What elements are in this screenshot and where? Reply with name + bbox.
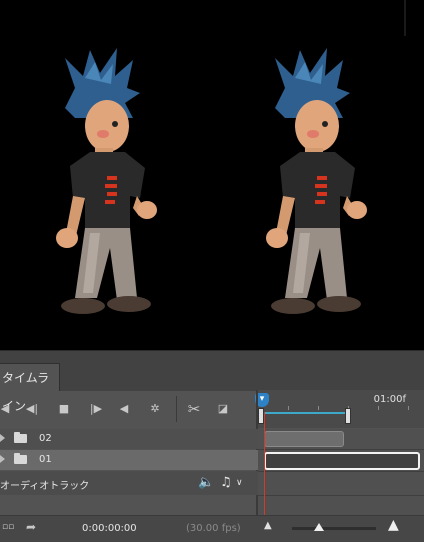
character-sprite-left [56, 48, 157, 314]
tab-timeline[interactable]: タイムライン [0, 363, 60, 413]
scissors-icon[interactable]: ✂ [185, 400, 203, 418]
character-sprite-right [266, 48, 367, 314]
ruler-time-label: 01:00f [373, 394, 406, 405]
speaker-icon[interactable]: 🔈 [198, 475, 214, 490]
track-divider [258, 495, 424, 496]
work-area-end-handle[interactable] [345, 408, 351, 424]
ruler-tick [288, 406, 289, 410]
settings-gear-icon[interactable]: ✲ [148, 400, 162, 418]
track-area [258, 429, 424, 517]
go-to-first-frame-icon[interactable]: ◀ [0, 400, 10, 418]
folder-icon [14, 432, 27, 443]
canvas-frame-edge [404, 0, 406, 36]
document-canvas [0, 0, 424, 350]
folder-icon [14, 453, 27, 464]
ruler-tick [408, 406, 409, 410]
character-figure [266, 48, 367, 314]
zoom-slider[interactable] [292, 523, 376, 531]
stop-icon[interactable]: ■ [58, 400, 70, 418]
layer-row-selected[interactable]: 01 [0, 450, 258, 470]
layer-name: 01 [39, 454, 52, 465]
clip-layer-02[interactable] [264, 431, 344, 447]
timeline-status-bar: ▫▫ ➦ 0:00:00:00 (30.00 fps) ▲ ▲ [0, 515, 424, 542]
expand-triangle-icon[interactable] [0, 434, 5, 442]
render-video-icon[interactable]: ➦ [26, 520, 36, 534]
work-area-bar[interactable] [260, 412, 350, 424]
layer-name: 02 [39, 433, 52, 444]
track-divider [258, 449, 424, 450]
transition-icon[interactable]: ◪ [216, 400, 230, 418]
music-note-icon[interactable]: ♫ [220, 475, 232, 490]
clip-layer-01-selected[interactable] [264, 452, 420, 470]
chevron-down-icon[interactable]: ∨ [236, 478, 243, 488]
frame-rate-label: (30.00 fps) [186, 523, 241, 534]
next-frame-icon[interactable]: |▶ [88, 400, 104, 418]
current-timecode: 0:00:00:00 [82, 523, 137, 534]
zoom-slider-thumb[interactable] [314, 523, 324, 531]
audio-track-row[interactable]: オーディオトラック 🔈 ♫ ∨ [0, 471, 258, 495]
previous-frame-icon[interactable]: ◀| [24, 400, 40, 418]
zoom-out-icon[interactable]: ▲ [264, 520, 272, 531]
time-ruler[interactable]: 01:00f ▾ [255, 390, 424, 428]
timeline-toolbar: ◀ ◀| ■ |▶ ◀ ✲ ✂ ◪ [0, 390, 258, 428]
ruler-tick [318, 406, 319, 410]
zoom-in-icon[interactable]: ▲ [388, 517, 399, 533]
expand-triangle-icon[interactable] [0, 455, 5, 463]
audio-track-label: オーディオトラック [0, 481, 90, 492]
toolbar-divider [176, 396, 177, 422]
ruler-tick [378, 406, 379, 410]
layer-row[interactable]: 02 [0, 429, 258, 449]
timeline-panel: タイムライン ◀ ◀| ■ |▶ ◀ ✲ ✂ ◪ 01:00f ▾ 02 01 … [0, 350, 424, 542]
track-divider [258, 471, 424, 472]
convert-frame-animation-icon[interactable]: ▫▫ [2, 522, 14, 532]
panel-tab-bar: タイムライン [0, 350, 424, 413]
mute-audio-icon[interactable]: ◀ [118, 400, 130, 418]
character-figure [56, 48, 157, 314]
